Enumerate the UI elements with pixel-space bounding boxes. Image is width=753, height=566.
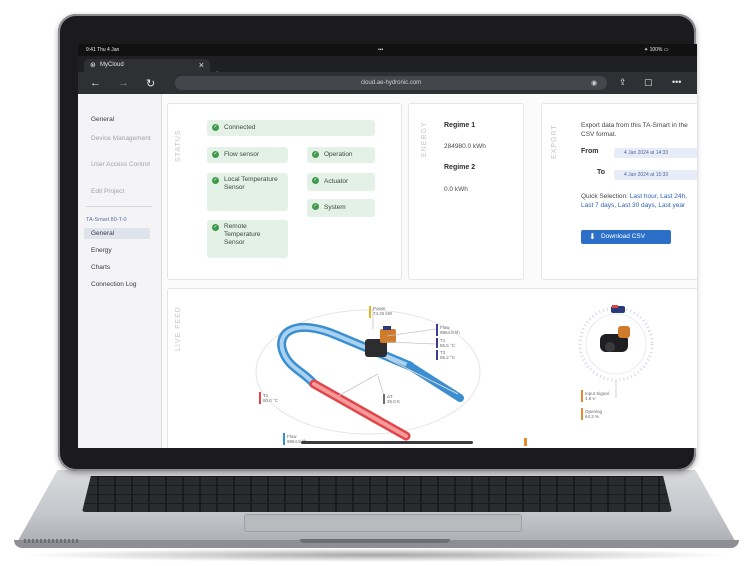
tag-t1: T1 86.5 °C [440, 338, 455, 348]
tag-t2: T2 55.2 °C [440, 350, 455, 360]
tag-input-signal: Input Signal 4.8 V [585, 391, 609, 401]
horizontal-scrollbar[interactable] [301, 441, 473, 444]
tag-marker [436, 324, 438, 336]
laptop-trackpad [244, 514, 522, 532]
tag-power: Power 74.25 kW [373, 306, 392, 316]
tag-marker [283, 433, 285, 445]
tag-value: 86.5 °C [440, 343, 456, 348]
tag-flow: Flow 9864.8 l/h [440, 325, 460, 335]
laptop-shadow [20, 548, 733, 562]
tag-marker [436, 338, 438, 348]
tag-marker [581, 408, 583, 420]
installation-illustration [255, 305, 654, 446]
tag-marker [369, 306, 371, 318]
tag-value: 9864.8 l/h [440, 330, 460, 335]
tag-delta-t: ΔT 25.0 K [387, 394, 400, 404]
laptop-opening-notch [300, 539, 450, 543]
tag-marker [581, 390, 583, 402]
tag-opening: Opening 64.3 % [585, 409, 602, 419]
tag-value: 74.25 kW [373, 311, 393, 316]
tag-value: 55.2 °C [440, 355, 456, 360]
tag-value: 64.3 % [585, 414, 600, 419]
tag-t1-return: T1 80.0 °C [263, 393, 278, 403]
tag-value: 4.8 V [585, 396, 596, 401]
tag-marker [383, 394, 385, 404]
tag-marker [259, 392, 261, 404]
tag-value: 25.0 K [387, 399, 401, 404]
tag-marker [436, 350, 438, 360]
laptop-keyboard [82, 476, 672, 512]
laptop-vent [24, 539, 80, 543]
laptop-screen: 9:41 Thu 4 Jan ••• ✦ 100% ▭ ⊛ MyCloud × … [78, 44, 697, 448]
tag-value: 80.0 °C [263, 398, 279, 403]
